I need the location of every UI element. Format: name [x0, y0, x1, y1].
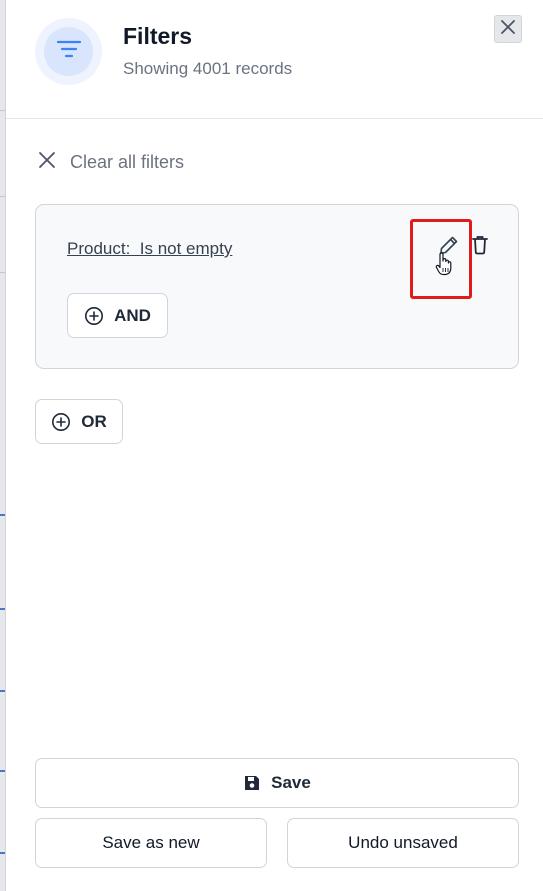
- close-icon: [500, 19, 516, 40]
- plus-circle-icon: [84, 306, 104, 326]
- close-button[interactable]: [494, 15, 522, 43]
- undo-unsaved-button[interactable]: Undo unsaved: [287, 818, 519, 868]
- add-or-group-button[interactable]: OR: [35, 399, 123, 444]
- clear-all-filters-button[interactable]: Clear all filters: [38, 148, 184, 176]
- filter-lines-icon: [56, 39, 82, 64]
- panel-header: Filters Showing 4001 records: [6, 0, 543, 119]
- save-as-new-button[interactable]: Save as new: [35, 818, 267, 868]
- save-as-new-label: Save as new: [102, 833, 200, 852]
- undo-unsaved-label: Undo unsaved: [348, 833, 458, 852]
- clear-all-filters-label: Clear all filters: [70, 151, 185, 172]
- filter-group: Product: Is not empty AND: [35, 204, 519, 369]
- filters-panel: Filters Showing 4001 records Clear all f…: [6, 0, 543, 891]
- filter-badge: [35, 18, 102, 85]
- or-button-label: OR: [81, 411, 107, 431]
- plus-circle-icon: [51, 412, 71, 432]
- trash-icon[interactable]: [468, 233, 492, 257]
- save-button[interactable]: Save: [35, 758, 519, 808]
- floppy-disk-icon: [243, 774, 261, 792]
- filter-condition[interactable]: Product: Is not empty: [67, 239, 232, 259]
- panel-title: Filters: [123, 23, 193, 49]
- pencil-icon[interactable]: [437, 233, 461, 257]
- x-icon: [38, 151, 56, 174]
- add-and-condition-button[interactable]: AND: [67, 293, 168, 338]
- record-count: Showing 4001 records: [123, 59, 293, 78]
- save-button-label: Save: [271, 773, 311, 792]
- highlight-box: [410, 219, 472, 299]
- and-button-label: AND: [114, 305, 151, 325]
